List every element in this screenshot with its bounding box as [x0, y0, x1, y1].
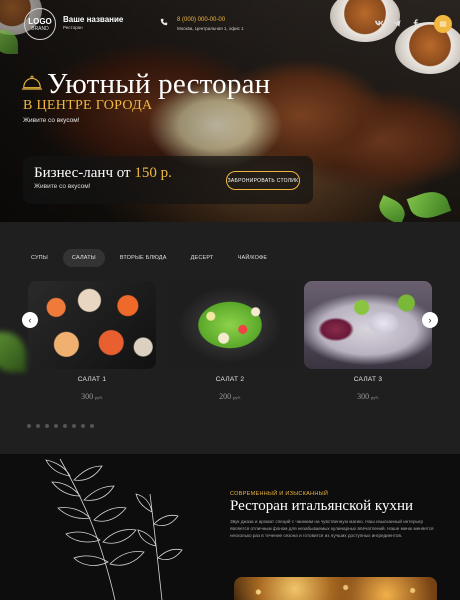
carousel-pagination	[27, 424, 94, 428]
tab-dessert[interactable]: ДЕСЕРТ	[182, 249, 223, 267]
price-currency: руб.	[371, 395, 379, 400]
pagination-dot[interactable]	[72, 424, 76, 428]
card-price: 300 руб.	[304, 392, 432, 401]
phone-number[interactable]: 8 (000) 000-00-00	[177, 17, 225, 23]
herb-leaf-image	[0, 332, 26, 372]
herb-branch-illustration	[45, 458, 183, 600]
pagination-dot[interactable]	[45, 424, 49, 428]
about-title: Ресторан итальянской кухни	[230, 498, 414, 514]
tab-main-courses[interactable]: ВТОРЫЕ БЛЮДА	[111, 249, 176, 267]
chevron-left-icon[interactable]: ‹	[22, 312, 38, 328]
menu-icon[interactable]	[434, 15, 452, 33]
book-table-button[interactable]: ЗАБРОНИРОВАТЬ СТОЛИК	[226, 171, 300, 190]
lunch-price: 150 р.	[134, 165, 172, 181]
pagination-dot[interactable]	[63, 424, 67, 428]
logo-text: LOGO	[28, 16, 52, 26]
telegram-icon[interactable]	[392, 18, 402, 28]
pagination-dot[interactable]	[81, 424, 85, 428]
card-title: САЛАТ 2	[215, 376, 245, 383]
tab-tea-coffee[interactable]: ЧАЙ/КОФЕ	[229, 249, 277, 267]
price-value: 300	[357, 392, 370, 401]
salad-1-image	[28, 281, 156, 369]
hero-section: LOGO BRAND Ваше название Ресторан 8 (000…	[0, 0, 460, 222]
brand-subtitle: Ресторан	[63, 25, 83, 30]
logo-subtext: BRAND	[31, 25, 49, 32]
menu-card[interactable]: САЛАТ 3 300 руб.	[304, 281, 432, 401]
facebook-icon[interactable]	[410, 18, 420, 28]
lunch-title-text: Бизнес-ланч от	[34, 165, 131, 181]
address: Москва, Центральная 1, офис 1	[177, 26, 244, 31]
pagination-dot[interactable]	[90, 424, 94, 428]
tab-soups[interactable]: СУПЫ	[22, 249, 57, 267]
hero-tagline: Живите со вкусом!	[23, 117, 80, 124]
hero-title: Уютный ресторан	[47, 68, 271, 100]
restaurant-interior-image	[234, 577, 437, 600]
pagination-dot[interactable]	[27, 424, 31, 428]
pagination-dot[interactable]	[54, 424, 58, 428]
price-currency: руб.	[233, 395, 241, 400]
card-price: 200 руб.	[166, 392, 294, 401]
cloche-icon	[21, 75, 43, 90]
salad-2-image	[166, 281, 294, 369]
lunch-title: Бизнес-ланч от 150 р.	[34, 165, 172, 182]
logo[interactable]: LOGO BRAND	[24, 8, 56, 40]
phone-icon	[160, 18, 168, 26]
about-text: Звук джаза и аромат специй с чаинким на …	[230, 519, 434, 538]
business-lunch-banner: Бизнес-ланч от 150 р. Живите со вкусом! …	[23, 156, 313, 204]
price-value: 300	[81, 392, 94, 401]
brand-name: Ваше название	[63, 15, 124, 24]
chevron-right-icon[interactable]: ›	[422, 312, 438, 328]
about-kicker: СОВРЕМЕННЫЙ И ИЗЫСКАННЫЙ	[230, 491, 329, 497]
pagination-dot[interactable]	[36, 424, 40, 428]
salad-3-image	[304, 281, 432, 369]
tab-salads[interactable]: САЛАТЫ	[62, 249, 105, 267]
menu-section: СУПЫ САЛАТЫ ВТОРЫЕ БЛЮДА ДЕСЕРТ ЧАЙ/КОФЕ…	[0, 222, 460, 454]
price-value: 200	[219, 392, 232, 401]
menu-card[interactable]: САЛАТ 1 300 руб.	[28, 281, 156, 401]
card-price: 300 руб.	[28, 392, 156, 401]
card-title: САЛАТ 1	[77, 376, 107, 383]
card-title: САЛАТ 3	[353, 376, 383, 383]
lunch-subtitle: Живите со вкусом!	[34, 183, 91, 190]
menu-card[interactable]: САЛАТ 2 200 руб.	[166, 281, 294, 401]
price-currency: руб.	[95, 395, 103, 400]
about-section: СОВРЕМЕННЫЙ И ИЗЫСКАННЫЙ Ресторан италья…	[0, 454, 460, 600]
hero-subtitle: В ЦЕНТРЕ ГОРОДА	[23, 98, 153, 113]
vk-icon[interactable]	[374, 18, 384, 28]
menu-tabs: СУПЫ САЛАТЫ ВТОРЫЕ БЛЮДА ДЕСЕРТ ЧАЙ/КОФЕ	[22, 249, 276, 267]
